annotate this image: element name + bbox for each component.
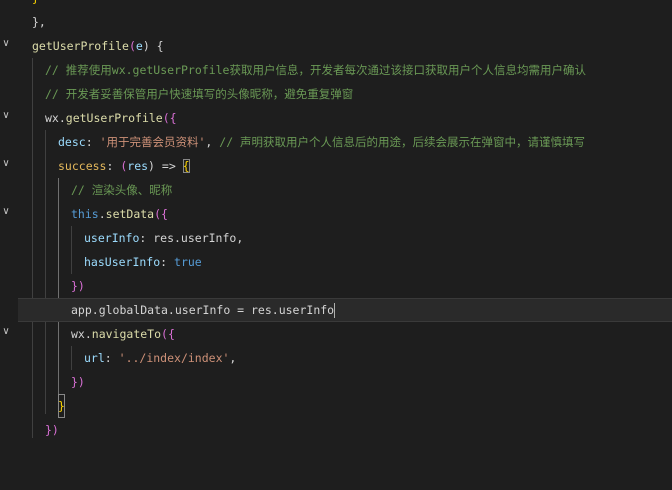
code-line: // 推荐使用wx.getUserProfile获取用户信息，开发者每次通过该接…	[45, 63, 586, 77]
fold-chevron-icon[interactable]: ∨	[0, 326, 12, 338]
text-cursor	[334, 303, 336, 318]
fold-chevron-icon[interactable]: ∨	[0, 38, 12, 50]
code-line: url: '../index/index',	[84, 351, 237, 365]
code-line: // 渲染头像、昵称	[71, 183, 173, 197]
code-line-current[interactable]: app.globalData.userInfo = res.userInfo	[18, 298, 672, 322]
code-line: getUserProfile(e) {	[32, 39, 164, 53]
fold-chevron-icon[interactable]: ∨	[0, 110, 12, 122]
code-line: }	[18, 0, 672, 10]
code-editor[interactable]: } }, getUserProfile(e) { // 推荐使用wx.getUs…	[18, 0, 672, 448]
code-line: this.setData({	[71, 207, 168, 221]
fold-chevron-icon[interactable]: ∨	[0, 206, 12, 218]
code-line: userInfo: res.userInfo,	[84, 231, 244, 245]
code-line: },	[32, 15, 46, 29]
code-line: })	[71, 279, 85, 293]
code-line: }	[18, 394, 672, 418]
code-line: wx.getUserProfile({	[45, 111, 177, 125]
code-line: desc: '用于完善会员资料', // 声明获取用户个人信息后的用途，后续会展…	[58, 135, 586, 149]
code-line: // 开发者妥善保管用户快速填写的头像昵称，避免重复弹窗	[45, 87, 354, 101]
code-line: wx.navigateTo({	[71, 327, 175, 341]
code-line: })	[71, 375, 85, 389]
code-line: success: (res) => {	[58, 159, 190, 173]
fold-chevron-icon[interactable]: ∨	[0, 158, 12, 170]
code-line: hasUserInfo: true	[84, 255, 202, 269]
code-line: })	[45, 423, 59, 437]
editor-gutter: ∨ ∨ ∨ ∨ ∨	[0, 0, 18, 448]
